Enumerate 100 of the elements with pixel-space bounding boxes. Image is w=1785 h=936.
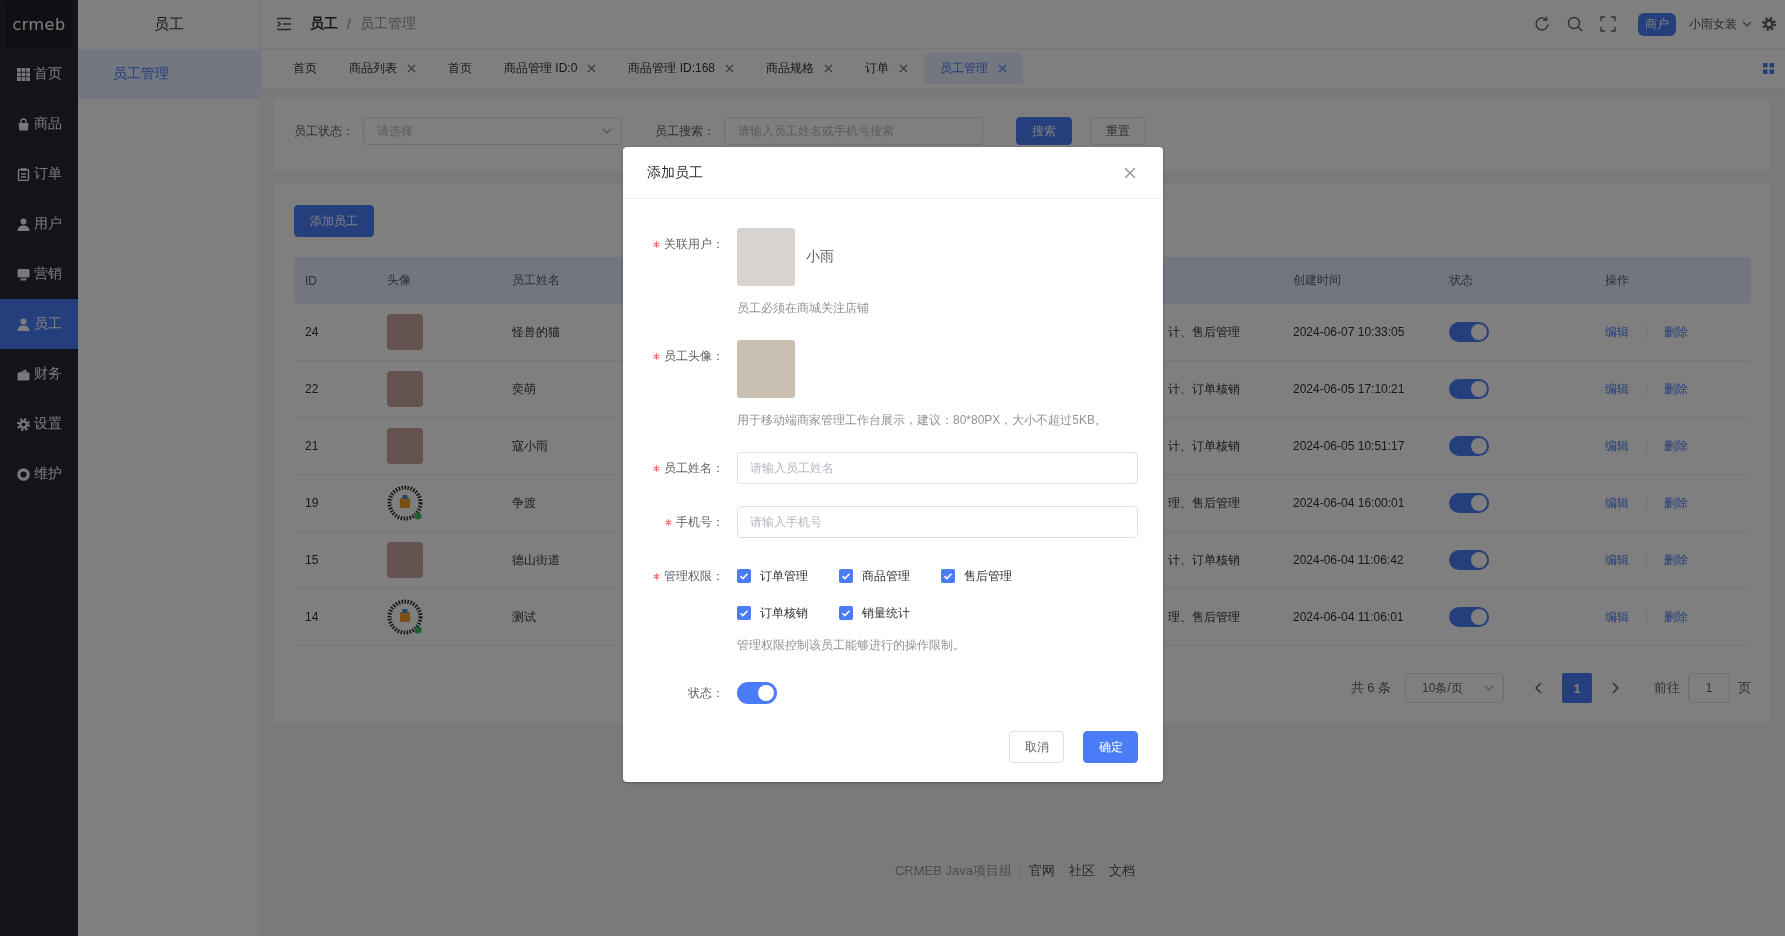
delete-link[interactable]: 删除 [1664,380,1688,398]
permission-checkbox[interactable]: 订单管理 [737,566,839,586]
reset-button[interactable]: 重置 [1090,117,1146,145]
close-icon[interactable] [725,64,735,73]
user-icon [16,217,30,231]
user-name: 小雨 [806,248,834,266]
employee-id: 22 [305,382,319,396]
page-tab[interactable]: 商品管理 ID:168 [612,53,751,84]
sidebar-item[interactable]: 财务 [0,349,78,399]
ring-icon [16,467,30,481]
settings-icon [16,417,30,431]
phone-input[interactable]: 请输入手机号 [737,506,1138,538]
form-label: 管理权限： [664,567,724,585]
status-switch[interactable] [1449,379,1489,399]
name-input[interactable]: 请输入员工姓名 [737,452,1138,484]
breadcrumb-item[interactable]: 员工 [310,15,338,33]
permission-checkbox[interactable]: 销量统计 [839,603,941,623]
status-switch[interactable] [1449,436,1489,456]
close-icon[interactable] [1124,166,1136,179]
employee-name: 寇小雨 [512,437,548,455]
page-tab[interactable]: 首页 [277,53,333,84]
delete-link[interactable]: 删除 [1664,323,1688,341]
sidebar-item[interactable]: 员工 [0,299,78,349]
status-switch[interactable] [1449,607,1489,627]
grid-icon[interactable] [1763,63,1774,74]
search-button[interactable]: 搜索 [1016,117,1072,145]
delete-link[interactable]: 删除 [1664,494,1688,512]
permission-checkbox[interactable]: 商品管理 [839,566,941,586]
edit-link[interactable]: 编辑 [1605,494,1629,512]
add-employee-button[interactable]: 添加员工 [294,205,374,237]
delete-link[interactable]: 删除 [1664,551,1688,569]
edit-link[interactable]: 编辑 [1605,551,1629,569]
menu-icon[interactable] [276,16,292,32]
submenu-item[interactable]: 员工管理 [78,49,260,99]
confirm-button[interactable]: 确定 [1083,731,1138,763]
edit-link[interactable]: 编辑 [1605,437,1629,455]
footer-link[interactable]: 文档 [1109,862,1135,880]
close-icon[interactable] [998,64,1008,73]
sidebar-item[interactable]: 营销 [0,249,78,299]
sidebar-item[interactable]: 用户 [0,199,78,249]
delete-link[interactable]: 删除 [1664,608,1688,626]
form-label: 状态： [688,684,724,702]
close-icon[interactable] [587,64,597,73]
close-icon[interactable] [824,64,834,73]
delete-link[interactable]: 删除 [1664,437,1688,455]
status-switch[interactable] [737,682,777,704]
menu-title: 员工 [154,15,184,34]
sidebar-item[interactable]: 商品 [0,99,78,149]
footer-link[interactable]: 官网 [1029,862,1055,880]
status-switch[interactable] [1449,322,1489,342]
employee-name: 测试 [512,608,536,626]
cancel-button[interactable]: 取消 [1009,731,1064,763]
settings-icon[interactable] [1762,17,1776,31]
field-label: 员工状态： [294,122,354,140]
form-label: 关联用户： [664,235,724,253]
page-size-select[interactable]: 10条/页 [1405,673,1504,703]
created-time: 2024-06-04 11:06:42 [1293,553,1404,567]
page-tab[interactable]: 商品管理 ID:0 [488,53,613,84]
fullscreen-icon[interactable] [1600,16,1616,32]
sidebar-item[interactable]: 订单 [0,149,78,199]
close-icon[interactable] [899,64,909,73]
column-header: 头像 [387,272,411,289]
close-icon[interactable] [407,64,416,73]
permissions-text: 理、售后管理 [1168,494,1240,512]
status-switch[interactable] [1449,493,1489,513]
bag-icon [16,117,30,131]
permissions-text: 计、订单核销 [1168,380,1240,398]
user-menu[interactable]: 小雨女装 [1689,15,1752,33]
footer-link[interactable]: 社区 [1069,862,1095,880]
permission-checkbox[interactable]: 订单核销 [737,603,839,623]
page-tab[interactable]: 商品规格 [750,53,850,84]
edit-link[interactable]: 编辑 [1605,608,1629,626]
edit-link[interactable]: 编辑 [1605,323,1629,341]
sidebar-item[interactable]: 维护 [0,449,78,499]
merchant-badge: 商户 [1638,12,1676,36]
round-code-drawing [387,599,423,635]
photo-placeholder [737,228,795,286]
created-time: 2024-06-04 16:00:01 [1293,496,1405,510]
permission-checkbox[interactable]: 售后管理 [941,566,1043,586]
sidebar-item[interactable]: 设置 [0,399,78,449]
employee-id: 24 [305,325,319,339]
photo-placeholder [387,314,423,350]
photo-placeholder [737,340,795,398]
page-input[interactable]: 1 [1688,673,1730,703]
search-icon[interactable] [1567,16,1583,32]
page-tab[interactable]: 员工管理 [924,53,1024,84]
employee-id: 21 [305,439,319,453]
logo: crmeb [6,1,72,48]
edit-link[interactable]: 编辑 [1605,380,1629,398]
sidebar-item[interactable]: 首页 [0,49,78,99]
page-tab[interactable]: 订单 [849,53,925,84]
status-switch[interactable] [1449,550,1489,570]
refresh-icon[interactable] [1534,16,1550,32]
page-number[interactable]: 1 [1562,673,1592,703]
photo-placeholder [387,542,423,578]
page-tab[interactable]: 首页 [432,53,488,84]
created-time: 2024-06-07 10:33:05 [1293,325,1405,339]
employee-id: 14 [305,610,319,624]
employee-name: 争渡 [512,494,536,512]
page-tab[interactable]: 商品列表 [333,53,432,84]
